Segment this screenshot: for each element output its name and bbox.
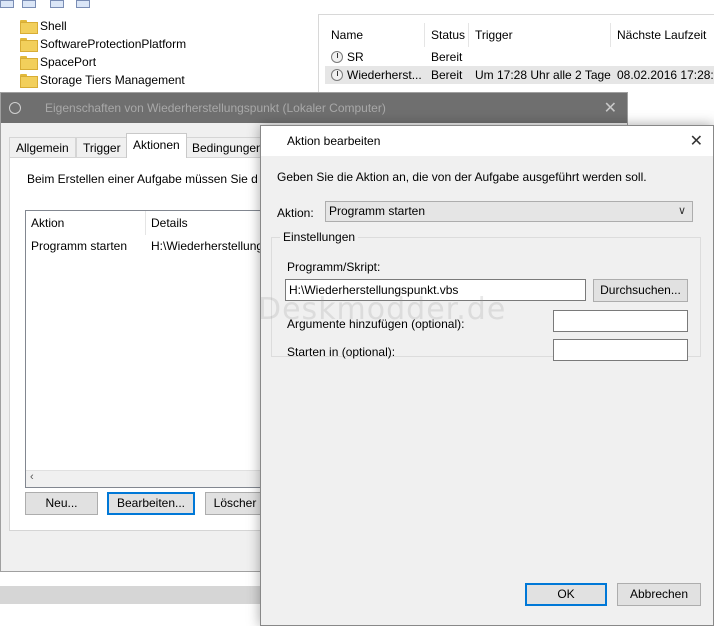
tree-item-label: SoftwareProtectionPlatform xyxy=(40,37,187,51)
action-label: Aktion: xyxy=(277,206,314,220)
column-header-name[interactable]: Name xyxy=(325,23,425,47)
dialog-titlebar[interactable]: Aktion bearbeiten ✕ xyxy=(261,126,713,156)
action-cell[interactable]: Programm starten xyxy=(31,237,127,255)
toolbar-icon[interactable] xyxy=(76,0,90,8)
action-select[interactable]: Programm starten ∨ xyxy=(325,201,693,222)
program-label: Programm/Skript: xyxy=(287,260,381,274)
dialog-intro: Geben Sie die Aktion an, die von der Auf… xyxy=(277,170,647,184)
action-select-value: Programm starten xyxy=(329,204,426,218)
folder-icon xyxy=(20,74,38,88)
tree-item-label: Shell xyxy=(40,19,67,33)
tree-item[interactable]: Storage Tiers Management xyxy=(20,71,185,89)
column-header-next-run[interactable]: Nächste Laufzeit xyxy=(611,23,714,47)
task-name: SR xyxy=(347,50,364,64)
tab-trigger[interactable]: Trigger xyxy=(76,137,128,157)
cancel-button[interactable]: Abbrechen xyxy=(617,583,701,606)
actions-description: Beim Erstellen einer Aufgabe müssen Sie … xyxy=(27,172,258,186)
status-band xyxy=(0,586,262,604)
clock-icon xyxy=(331,69,343,81)
task-next-run: 08.02.2016 17:28:03 xyxy=(617,68,714,82)
browse-button[interactable]: Durchsuchen... xyxy=(593,279,688,302)
tree-item[interactable]: SoftwareProtectionPlatform xyxy=(20,35,186,53)
tab-aktionen[interactable]: Aktionen xyxy=(126,133,187,158)
folder-icon xyxy=(20,20,38,34)
dialog-title: Aktion bearbeiten xyxy=(287,134,381,148)
start-in-label: Starten in (optional): xyxy=(287,345,396,359)
scroll-left-icon[interactable]: ‹ xyxy=(30,471,34,483)
new-button[interactable]: Neu... xyxy=(25,492,98,515)
tree-item[interactable]: SpacePort xyxy=(20,53,96,71)
folder-icon xyxy=(20,56,38,70)
watermark: Deskmodder.de xyxy=(258,292,507,327)
arguments-input[interactable] xyxy=(553,310,688,332)
window-title: Eigenschaften von Wiederherstellungspunk… xyxy=(45,101,386,115)
column-header-action[interactable]: Aktion xyxy=(26,211,146,235)
clock-icon xyxy=(331,51,343,63)
table-row[interactable]: Wiederherst... Bereit Um 17:28 Uhr alle … xyxy=(325,66,714,84)
properties-titlebar[interactable]: Eigenschaften von Wiederherstellungspunk… xyxy=(1,93,627,123)
details-cell[interactable]: H:\Wiederherstellung xyxy=(151,237,263,255)
toolbar-icon[interactable] xyxy=(50,0,64,8)
close-icon[interactable]: ✕ xyxy=(604,98,617,118)
column-header-status[interactable]: Status xyxy=(425,23,469,47)
column-header-trigger[interactable]: Trigger xyxy=(469,23,611,47)
folder-icon xyxy=(20,38,38,52)
tab-allgemein[interactable]: Allgemein xyxy=(9,137,76,157)
task-status: Bereit xyxy=(431,50,463,64)
delete-button[interactable]: Löscher xyxy=(205,492,265,515)
toolbar-icon[interactable] xyxy=(22,0,36,8)
table-row[interactable]: SR Bereit xyxy=(325,48,714,66)
start-in-input[interactable] xyxy=(553,339,688,361)
settings-group-label: Einstellungen xyxy=(280,230,359,244)
close-icon[interactable]: ✕ xyxy=(690,131,703,151)
task-name: Wiederherst... xyxy=(347,68,422,82)
toolbar-icon[interactable] xyxy=(0,0,14,8)
ok-button[interactable]: OK xyxy=(525,583,607,606)
task-status: Bereit xyxy=(431,68,463,82)
tree-item-label: SpacePort xyxy=(40,55,97,69)
folder-tree: Shell SoftwareProtectionPlatform SpacePo… xyxy=(0,0,316,100)
edit-button[interactable]: Bearbeiten... xyxy=(107,492,195,515)
task-list: Name Status Trigger Nächste Laufzeit SR … xyxy=(318,14,714,94)
task-trigger: Um 17:28 Uhr alle 2 Tage xyxy=(475,68,611,82)
clock-icon xyxy=(9,102,21,114)
tree-item[interactable]: Shell xyxy=(20,17,67,35)
tree-item-label: Storage Tiers Management xyxy=(40,73,185,87)
edit-action-dialog: Aktion bearbeiten ✕ Geben Sie die Aktion… xyxy=(260,125,714,626)
chevron-down-icon: ∨ xyxy=(677,205,686,217)
